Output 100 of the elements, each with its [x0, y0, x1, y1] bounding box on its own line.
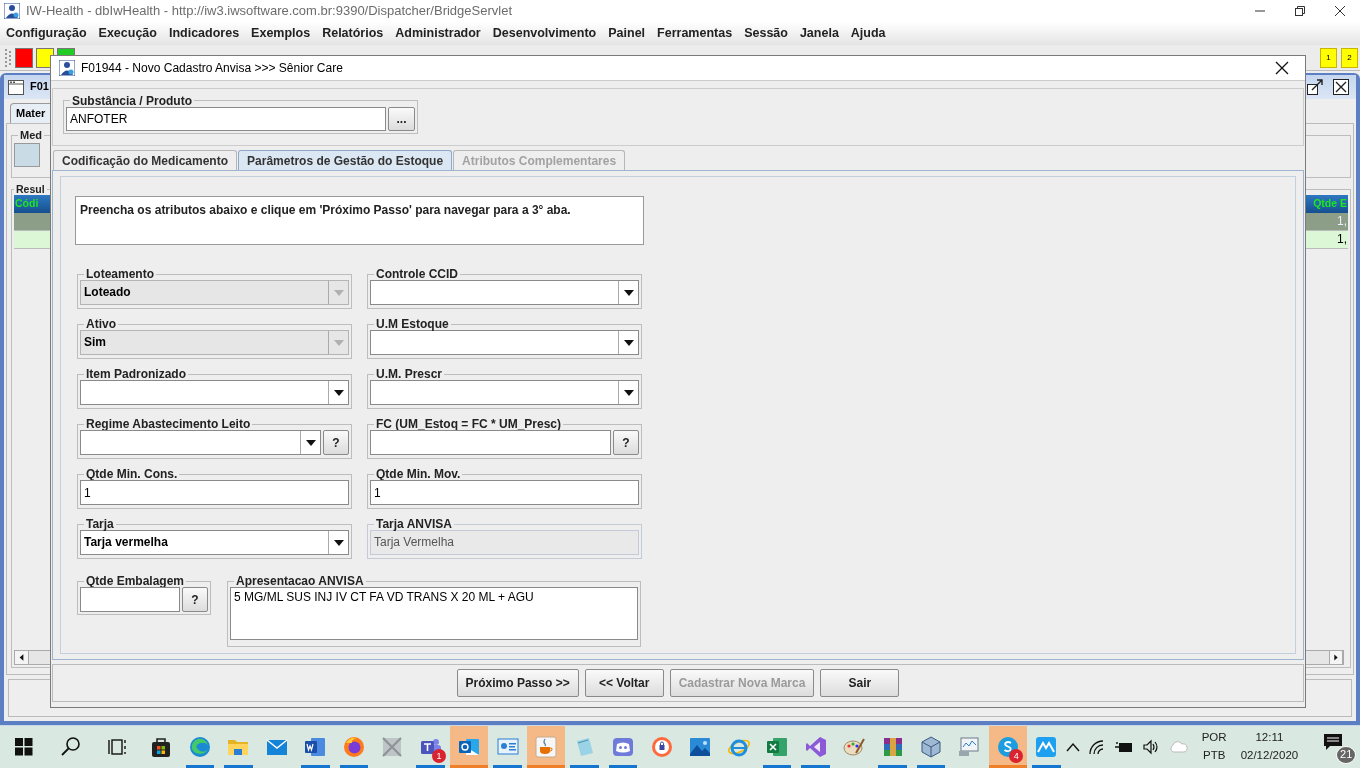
- combo-box[interactable]: [370, 330, 639, 356]
- browse-button[interactable]: ...: [388, 106, 415, 131]
- notification-count: 21: [1336, 746, 1357, 764]
- help-button[interactable]: ?: [323, 430, 349, 456]
- code-editor-icon: [803, 735, 828, 759]
- field-label: Regime Abastecimento Leito: [85, 418, 252, 431]
- combo-box[interactable]: [80, 430, 321, 456]
- field-label: Apresentacao ANVISA: [235, 575, 365, 588]
- wifi-icon[interactable]: [1087, 739, 1106, 755]
- restore-icon[interactable]: [1294, 5, 1306, 17]
- language-indicator[interactable]: POR PTB: [1201, 729, 1227, 765]
- field-label: Substância / Produto: [71, 94, 193, 107]
- clock[interactable]: 12:11 02/12/2020: [1240, 729, 1299, 765]
- help-button[interactable]: ?: [613, 430, 639, 456]
- caret-icon: [623, 389, 634, 396]
- action-button[interactable]: << Voltar: [584, 669, 664, 698]
- field-label: Controle CCID: [375, 268, 459, 281]
- field-label: Qtde Min. Mov.: [375, 468, 462, 481]
- menu-item[interactable]: Configuração: [6, 26, 87, 41]
- window-title: F01: [30, 80, 49, 94]
- caret-icon: [333, 289, 344, 296]
- caret-icon: [623, 289, 634, 296]
- mountain-icon: [1034, 735, 1059, 759]
- app-logo-icon: [4, 3, 20, 19]
- field-label: Ativo: [85, 318, 117, 331]
- scroll-right-icon[interactable]: [1329, 651, 1343, 664]
- time-text: 12:11: [1255, 730, 1284, 746]
- taskbar-button[interactable]: 1: [411, 726, 450, 768]
- action-button[interactable]: Próximo Passo >>: [456, 669, 579, 698]
- color-swatch[interactable]: [15, 47, 33, 68]
- notification-icon[interactable]: [1322, 732, 1345, 752]
- volume-icon[interactable]: [1141, 739, 1160, 755]
- combo-box[interactable]: [370, 380, 639, 406]
- undock-icon[interactable]: [1306, 78, 1324, 96]
- menu-item[interactable]: Desenvolvimento: [492, 26, 597, 41]
- help-button[interactable]: ?: [182, 587, 208, 613]
- instruction-text: Preencha os atributos abaixo e clique em 'Próximo Passo' para navegar para a 3° aba.: [75, 196, 644, 246]
- menu-item[interactable]: Ferramentas: [657, 26, 733, 41]
- notification-badge: 1: [431, 749, 446, 763]
- menu-item[interactable]: Execução: [98, 26, 157, 41]
- app-logo-icon: [59, 59, 75, 76]
- menu-item[interactable]: Administrador: [395, 26, 481, 41]
- menu-item[interactable]: Janela: [799, 26, 839, 41]
- column-header: Códi: [15, 197, 39, 210]
- cup-icon: [534, 735, 559, 759]
- monitor-icon: [957, 735, 982, 759]
- table-cell: 1,: [1337, 231, 1347, 247]
- cube-icon: [919, 735, 943, 759]
- close-icon[interactable]: [1334, 5, 1346, 17]
- group-label: Med: [19, 130, 43, 141]
- close-icon[interactable]: [1332, 78, 1350, 96]
- tab[interactable]: Parâmetros de Gestão do Estoque: [238, 150, 453, 171]
- photos-icon: [688, 735, 713, 759]
- input-field[interactable]: [370, 430, 611, 456]
- field-label: Tarja ANVISA: [375, 518, 454, 531]
- input-field[interactable]: [80, 587, 180, 613]
- date-text: 02/12/2020: [1240, 748, 1299, 763]
- input-field[interactable]: 1: [370, 480, 639, 506]
- group-label: Resul: [15, 184, 46, 195]
- menu-item[interactable]: Relatórios: [322, 26, 384, 41]
- notification-badge: 4: [1009, 749, 1024, 763]
- field-label: U.M Estoque: [375, 318, 450, 331]
- combo-box[interactable]: [370, 280, 639, 306]
- dialog-title: F01944 - Novo Cadastro Anvisa >>> Sênior Care: [81, 60, 343, 76]
- field-label: Loteamento: [85, 268, 155, 281]
- caret-icon: [333, 539, 344, 546]
- scroll-left-icon[interactable]: [15, 651, 29, 664]
- taskbar-button[interactable]: 4: [988, 726, 1028, 768]
- caret-icon: [305, 439, 316, 446]
- close-icon[interactable]: [1275, 60, 1289, 75]
- field-label: U.M. Prescr: [375, 368, 444, 381]
- caret-icon: [333, 339, 344, 346]
- menu-item[interactable]: Ajuda: [850, 26, 886, 41]
- text-area[interactable]: 5 MG/ML SUS INJ IV CT FA VD TRANS X 20 ML + AGU: [230, 587, 638, 641]
- browser-icon: [341, 735, 366, 759]
- battery-icon[interactable]: [1113, 740, 1134, 754]
- caret-icon: [333, 389, 344, 396]
- field-label: Tarja: [85, 518, 115, 531]
- input-field[interactable]: 1: [80, 480, 349, 506]
- menu-item[interactable]: Painel: [608, 26, 646, 41]
- menu-item[interactable]: Sessão: [744, 26, 788, 41]
- combo-box[interactable]: Tarja vermelha: [80, 530, 349, 556]
- tab[interactable]: Codificação do Medicamento: [53, 150, 238, 171]
- spreadsheet-icon: [765, 735, 790, 759]
- gamepad-icon: [611, 735, 636, 759]
- combo-box[interactable]: [80, 380, 349, 406]
- language-text: POR: [1201, 730, 1227, 746]
- menu-item[interactable]: Indicadores: [168, 26, 240, 41]
- window-title: IW-Health - dbIwHealth - http://iw3.iwsoftware.com.br:9390/Dispatcher/BridgeServlet: [26, 3, 512, 19]
- input-field[interactable]: ANFOTER: [66, 106, 386, 131]
- action-button[interactable]: Sair: [820, 669, 900, 698]
- field-label: Qtde Embalagem: [85, 575, 186, 588]
- field-label: Qtde Min. Cons.: [85, 468, 179, 481]
- workspace-button[interactable]: 2: [1341, 47, 1358, 68]
- toolbar-grip-icon: [4, 47, 12, 68]
- app-icon: [380, 735, 405, 759]
- chevron-up-icon[interactable]: [1065, 742, 1080, 752]
- menu-item[interactable]: Exemplos: [251, 26, 311, 41]
- read-only-field: Tarja Vermelha: [370, 530, 639, 556]
- workspace-button[interactable]: 1: [1320, 47, 1337, 68]
